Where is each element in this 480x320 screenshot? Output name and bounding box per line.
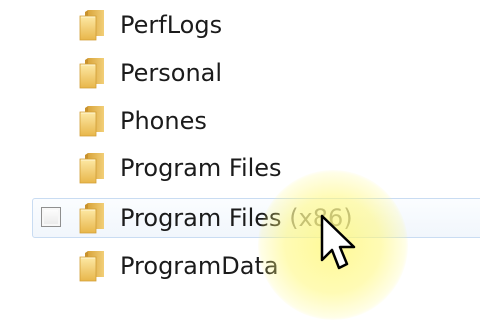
- item-checkbox[interactable]: [41, 207, 61, 227]
- folder-icon: [76, 202, 108, 234]
- folder-name: Program Files (x86): [120, 204, 353, 232]
- folder-icon: [76, 105, 108, 137]
- folder-name: ProgramData: [120, 252, 279, 280]
- list-item-programdata[interactable]: ProgramData: [0, 246, 480, 286]
- folder-icon: [76, 57, 108, 89]
- list-item-program-files-x86[interactable]: Program Files (x86): [0, 198, 480, 238]
- list-item-perflogs[interactable]: PerfLogs: [0, 5, 480, 45]
- folder-icon: [76, 152, 108, 184]
- folder-name: Personal: [120, 59, 223, 87]
- list-item-personal[interactable]: Personal: [0, 53, 480, 93]
- folder-name: Program Files: [120, 154, 282, 182]
- list-item-program-files[interactable]: Program Files: [0, 148, 480, 188]
- folder-name: Phones: [120, 107, 207, 135]
- folder-list: PerfLogs Personal Phones Program Files P…: [0, 0, 480, 270]
- folder-icon: [76, 250, 108, 282]
- folder-name-suffix: (x86): [289, 204, 353, 232]
- list-item-phones[interactable]: Phones: [0, 101, 480, 141]
- folder-icon: [76, 9, 108, 41]
- folder-name: PerfLogs: [120, 11, 223, 39]
